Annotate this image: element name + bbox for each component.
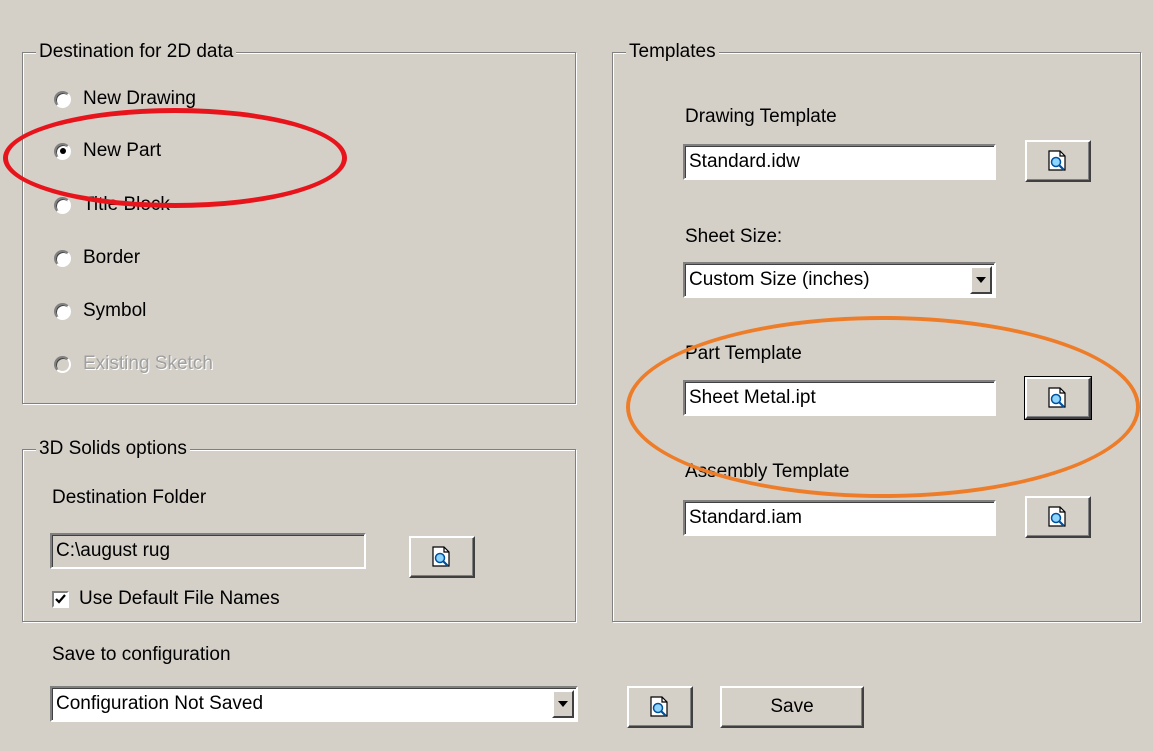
browse-folder-icon: [1048, 150, 1066, 171]
drawing-template-label: Drawing Template: [685, 106, 837, 127]
use-default-names-checkbox[interactable]: Use Default File Names: [52, 586, 280, 612]
radio-new-part[interactable]: New Part: [54, 138, 161, 164]
sheet-size-value: Custom Size (inches): [689, 269, 870, 290]
radio-symbol[interactable]: Symbol: [54, 298, 146, 324]
chevron-down-icon[interactable]: [552, 690, 574, 718]
radio-circle-disabled: [54, 355, 71, 373]
radio-border[interactable]: Border: [54, 245, 140, 271]
destination-folder-label: Destination Folder: [52, 487, 207, 508]
radio-circle[interactable]: [54, 90, 71, 108]
destination-2d-title: Destination for 2D data: [36, 41, 237, 63]
browse-folder-icon: [432, 546, 450, 567]
solids-options-title: 3D Solids options: [36, 438, 190, 460]
radio-title-block[interactable]: Title Block: [54, 192, 170, 218]
radio-label: New Drawing: [83, 88, 196, 109]
browse-folder-icon: [650, 696, 668, 717]
radio-label: Border: [83, 247, 141, 268]
browse-folder-icon: [1048, 387, 1066, 408]
assembly-template-field[interactable]: Standard.iam: [683, 500, 996, 536]
chevron-down-icon[interactable]: [970, 266, 992, 294]
radio-label: Existing Sketch: [83, 353, 213, 374]
radio-existing-sketch: Existing Sketch: [54, 351, 213, 377]
part-template-field[interactable]: Sheet Metal.ipt: [683, 380, 996, 416]
radio-circle[interactable]: [54, 249, 71, 267]
browse-configuration-button[interactable]: [627, 686, 693, 728]
radio-circle-selected[interactable]: [54, 142, 71, 160]
radio-label: New Part: [83, 140, 162, 161]
checkbox-box[interactable]: [52, 590, 69, 608]
assembly-template-label: Assembly Template: [685, 461, 850, 482]
browse-folder-button[interactable]: [409, 536, 475, 578]
drawing-template-field[interactable]: Standard.idw: [683, 144, 996, 180]
radio-circle[interactable]: [54, 302, 71, 320]
part-template-label: Part Template: [685, 343, 802, 364]
templates-title: Templates: [626, 41, 719, 63]
browse-folder-icon: [1048, 506, 1066, 527]
destination-folder-field[interactable]: C:\august rug: [50, 533, 366, 569]
configuration-select[interactable]: Configuration Not Saved: [50, 686, 578, 722]
sheet-size-select[interactable]: Custom Size (inches): [683, 262, 996, 298]
configuration-value: Configuration Not Saved: [56, 693, 264, 714]
radio-new-drawing[interactable]: New Drawing: [54, 86, 196, 112]
browse-part-template-button[interactable]: [1024, 376, 1092, 420]
browse-assembly-template-button[interactable]: [1025, 496, 1091, 538]
radio-label: Symbol: [83, 300, 147, 321]
use-default-names-label: Use Default File Names: [79, 588, 280, 609]
radio-circle[interactable]: [54, 196, 71, 214]
save-button[interactable]: Save: [720, 686, 864, 728]
sheet-size-label: Sheet Size:: [685, 226, 783, 247]
browse-drawing-template-button[interactable]: [1025, 140, 1091, 182]
checkmark-icon: [55, 594, 66, 604]
save-config-label: Save to configuration: [52, 644, 231, 665]
radio-label: Title Block: [83, 194, 170, 215]
